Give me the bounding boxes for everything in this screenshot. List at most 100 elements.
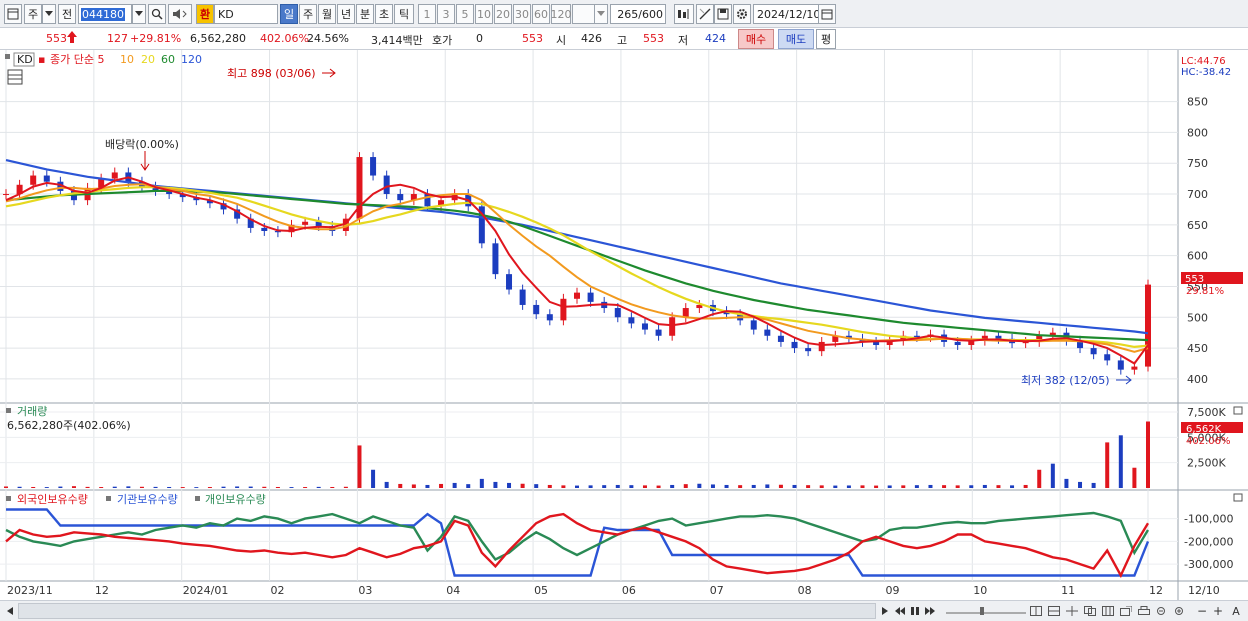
holdings-tick-label: -300,000 bbox=[1184, 558, 1233, 571]
candle-body bbox=[574, 292, 580, 299]
candle-body bbox=[995, 335, 1002, 339]
interval-3-button[interactable]: 3 bbox=[437, 4, 455, 24]
candle-body bbox=[764, 329, 771, 336]
trade-amount: 3,414백만 bbox=[371, 34, 423, 47]
hc-label: HC:-38.42 bbox=[1181, 67, 1231, 78]
interval-10-button[interactable]: 10 bbox=[475, 4, 493, 24]
chart-tools-icon[interactable] bbox=[674, 4, 694, 24]
x-tick-label: 2024/01 bbox=[183, 584, 229, 597]
interval-5-button[interactable]: 5 bbox=[456, 4, 474, 24]
interval-120-button[interactable]: 120 bbox=[551, 4, 572, 24]
candle-body bbox=[682, 308, 689, 318]
stock-name-field[interactable]: KD bbox=[214, 4, 278, 24]
x-tick-label: 12/10 bbox=[1188, 584, 1220, 597]
sell-button[interactable]: 매도 bbox=[778, 29, 814, 49]
zoom-slider[interactable] bbox=[946, 603, 1026, 619]
date-input[interactable]: 2024/12/10 bbox=[753, 4, 820, 24]
save-icon[interactable] bbox=[714, 4, 732, 24]
fast-forward-icon[interactable] bbox=[923, 603, 937, 619]
scroll-right-icon[interactable] bbox=[878, 603, 892, 619]
interval-dropdown-icon[interactable] bbox=[594, 4, 608, 24]
turnover-rate: 24.56% bbox=[307, 32, 349, 45]
candle-body bbox=[1117, 360, 1124, 370]
interval-30-button[interactable]: 30 bbox=[513, 4, 531, 24]
volume-bar bbox=[588, 485, 593, 488]
zoom-minus-button[interactable]: − bbox=[1196, 603, 1208, 619]
candle-body bbox=[1090, 348, 1097, 355]
code-dropdown-icon[interactable] bbox=[132, 4, 146, 24]
scroll-left-icon[interactable] bbox=[4, 603, 16, 619]
volume-bar bbox=[575, 485, 579, 488]
price-tick-label: 500 bbox=[1187, 311, 1208, 324]
candle-body bbox=[641, 323, 648, 330]
zoom-in-icon[interactable] bbox=[1172, 603, 1188, 619]
candle-body bbox=[805, 348, 812, 352]
period-tick-tab[interactable]: 틱 bbox=[394, 4, 414, 24]
zoom-plus-button[interactable]: + bbox=[1212, 603, 1224, 619]
period-day-tab[interactable]: 일 bbox=[280, 4, 298, 24]
pause-icon[interactable] bbox=[909, 603, 921, 619]
candle-body bbox=[43, 175, 50, 182]
exchange-badge[interactable]: 환 bbox=[196, 4, 214, 24]
volume-pane-close-icon[interactable] bbox=[1233, 406, 1243, 415]
volume-bar bbox=[1037, 469, 1042, 488]
volume-bar bbox=[629, 485, 634, 488]
volume-bar bbox=[71, 486, 76, 488]
grid-icon[interactable] bbox=[1100, 603, 1116, 619]
auto-scale-button[interactable]: A bbox=[1229, 603, 1243, 619]
candle-body bbox=[30, 175, 37, 185]
settings-gear-icon[interactable] bbox=[733, 4, 751, 24]
drawing-tool-icon[interactable] bbox=[696, 4, 714, 24]
zoom-out-icon[interactable] bbox=[1154, 603, 1170, 619]
table-toggle-icon[interactable] bbox=[7, 69, 23, 85]
period-second-tab[interactable]: 초 bbox=[375, 4, 393, 24]
volume-value-tag: 6,562K bbox=[1186, 424, 1222, 435]
data-count-total: /600 bbox=[638, 7, 663, 21]
interval-60-button[interactable]: 60 bbox=[532, 4, 550, 24]
low-label: 저 bbox=[678, 34, 689, 47]
search-icon[interactable] bbox=[148, 4, 166, 24]
volume-bar bbox=[180, 487, 185, 488]
chart-canvas[interactable]: 8508007507006506005505004504007,500K5,00… bbox=[0, 50, 1248, 600]
candle-body bbox=[818, 341, 825, 352]
stock-code-input[interactable]: 044180 bbox=[78, 4, 132, 24]
volume-bar bbox=[806, 485, 811, 488]
horizontal-scrollbar[interactable] bbox=[18, 603, 876, 619]
period-type-dropdown-icon[interactable] bbox=[42, 4, 56, 24]
data-count-field[interactable]: 265/600 bbox=[610, 4, 666, 24]
speaker-icon[interactable] bbox=[168, 4, 192, 24]
period-type-button[interactable]: 주 bbox=[24, 4, 42, 24]
window-split-icon[interactable] bbox=[1046, 603, 1062, 619]
volume-bar bbox=[452, 482, 457, 488]
period-month-tab[interactable]: 월 bbox=[318, 4, 336, 24]
rewind-icon[interactable] bbox=[893, 603, 907, 619]
export-icon[interactable] bbox=[1118, 603, 1134, 619]
volume-bar bbox=[357, 445, 362, 488]
price-tick-label: 850 bbox=[1187, 96, 1208, 109]
volume-bar bbox=[371, 469, 376, 488]
copy-icon[interactable] bbox=[1082, 603, 1098, 619]
period-year-tab[interactable]: 년 bbox=[337, 4, 355, 24]
layout-icon[interactable] bbox=[1028, 603, 1044, 619]
x-tick-label: 04 bbox=[446, 584, 460, 597]
crosshair-icon[interactable] bbox=[1064, 603, 1080, 619]
bottom-scroll-bar: − + A bbox=[0, 600, 1248, 621]
candle-body bbox=[791, 341, 798, 349]
volume-bar bbox=[316, 486, 321, 488]
print-icon[interactable] bbox=[1136, 603, 1152, 619]
volume-bar bbox=[670, 484, 675, 488]
period-minute-tab[interactable]: 분 bbox=[356, 4, 374, 24]
window-icon[interactable] bbox=[4, 4, 22, 24]
interval-1-button[interactable]: 1 bbox=[418, 4, 436, 24]
buy-button[interactable]: 매수 bbox=[738, 29, 774, 49]
interval-20-button[interactable]: 20 bbox=[494, 4, 512, 24]
candle-body bbox=[777, 335, 784, 342]
legend-ma120: 120 bbox=[181, 53, 202, 66]
chart-area[interactable]: 850 800 750 700 650 600 550 500 450 400 7,500K 5,00… bbox=[0, 50, 1248, 600]
holdings-pane-close-icon[interactable] bbox=[1233, 493, 1243, 502]
evaluation-button[interactable]: 평 bbox=[816, 29, 836, 49]
prev-button[interactable]: 전 bbox=[58, 4, 76, 24]
calendar-icon[interactable] bbox=[818, 4, 836, 24]
volume-bar bbox=[1050, 463, 1055, 488]
period-week-tab[interactable]: 주 bbox=[299, 4, 317, 24]
